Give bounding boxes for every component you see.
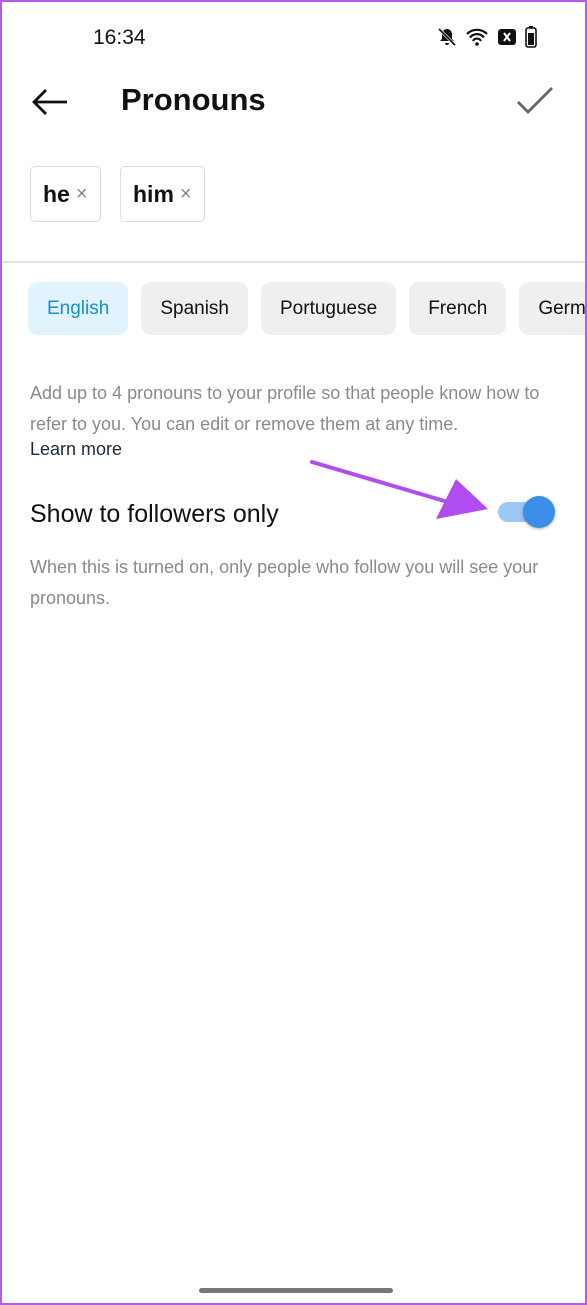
remove-icon[interactable]: × — [180, 183, 192, 206]
remove-icon[interactable]: × — [76, 183, 88, 206]
bell-off-icon — [437, 27, 457, 47]
toggle-knob — [523, 496, 555, 528]
status-time: 16:34 — [93, 26, 146, 49]
pronoun-label: him — [133, 180, 174, 207]
setting-label: Show to followers only — [30, 500, 279, 528]
learn-more-link[interactable]: Learn more — [30, 439, 122, 460]
battery-icon — [525, 26, 537, 48]
pronoun-chip-he[interactable]: he × — [30, 166, 101, 222]
status-icons — [437, 26, 537, 48]
check-icon[interactable] — [516, 86, 554, 116]
followers-only-toggle[interactable] — [498, 496, 558, 528]
annotation-arrow-icon — [310, 460, 488, 519]
pronoun-chip-him[interactable]: him × — [120, 166, 205, 222]
language-portuguese[interactable]: Portuguese — [261, 282, 397, 335]
language-tabs[interactable]: English Spanish Portuguese French German — [2, 282, 585, 335]
page-title: Pronouns — [121, 82, 266, 117]
language-german[interactable]: German — [519, 282, 585, 335]
no-sim-icon — [498, 29, 516, 45]
home-indicator[interactable] — [199, 1288, 393, 1293]
arrow-left-icon[interactable] — [30, 86, 70, 118]
pronoun-label: he — [43, 180, 70, 207]
description: Add up to 4 pronouns to your profile so … — [30, 383, 540, 434]
language-english[interactable]: English — [28, 282, 129, 335]
wifi-icon — [466, 28, 488, 46]
language-french[interactable]: French — [409, 282, 507, 335]
divider — [2, 261, 585, 263]
setting-description: When this is turned on, only people who … — [30, 557, 539, 608]
language-spanish[interactable]: Spanish — [141, 282, 248, 335]
